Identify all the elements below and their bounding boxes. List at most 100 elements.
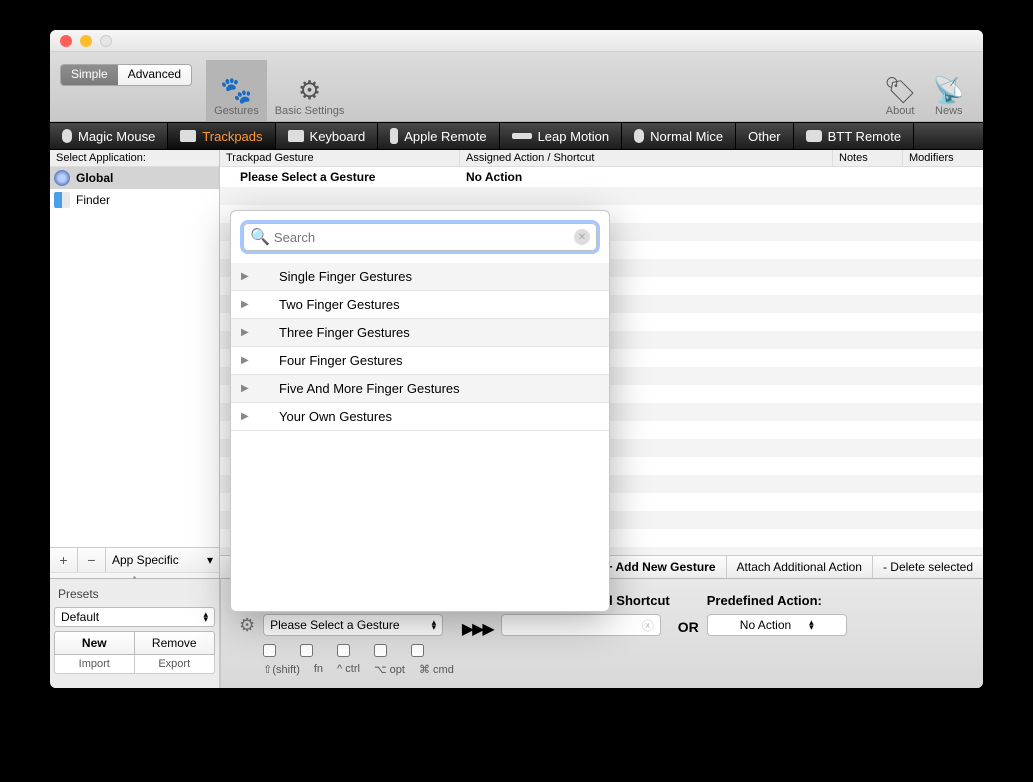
disclosure-icon: ▶ bbox=[241, 327, 261, 338]
disclosure-icon: ▶ bbox=[241, 271, 261, 282]
mod-shift-checkbox[interactable] bbox=[263, 644, 276, 657]
minimize-icon[interactable] bbox=[80, 35, 92, 47]
gesture-popover: 🔍 ✕ ▶Single Finger Gestures ▶Two Finger … bbox=[230, 210, 610, 612]
titlebar bbox=[50, 30, 983, 52]
export-button[interactable]: Export bbox=[135, 655, 216, 674]
device-other[interactable]: Other bbox=[736, 123, 794, 149]
device-bar: Magic Mouse Trackpads Keyboard Apple Rem… bbox=[50, 122, 983, 150]
broadcast-icon: 📡 bbox=[933, 77, 965, 103]
device-keyboard[interactable]: Keyboard bbox=[276, 123, 379, 149]
presets-label: Presets bbox=[50, 585, 219, 603]
gear-icon[interactable]: ⚙ bbox=[239, 615, 255, 636]
remote-icon bbox=[390, 128, 398, 144]
arrow-icon: ▶▶▶ bbox=[462, 619, 493, 639]
category-four-finger[interactable]: ▶Four Finger Gestures bbox=[231, 347, 609, 375]
search-icon: 🔍 bbox=[250, 227, 270, 247]
toolbar: Simple Advanced 🐾 Gestures ⚙ Basic Setti… bbox=[50, 52, 983, 122]
chevron-down-icon: ▾ bbox=[207, 553, 213, 567]
sidebar-item-finder[interactable]: Finder bbox=[50, 189, 219, 211]
maximize-icon[interactable] bbox=[100, 35, 112, 47]
wifi-icon bbox=[806, 130, 822, 142]
news-button[interactable]: 📡 News bbox=[925, 60, 973, 121]
app-specific-dropdown[interactable]: App Specific▾ bbox=[106, 548, 219, 572]
keyboard-icon bbox=[288, 130, 304, 142]
view-simple-button[interactable]: Simple bbox=[61, 65, 118, 85]
remove-preset-button[interactable]: Remove bbox=[135, 631, 216, 655]
mouse-icon bbox=[62, 129, 72, 143]
tab-gestures[interactable]: 🐾 Gestures bbox=[206, 60, 267, 121]
disclosure-icon: ▶ bbox=[241, 411, 261, 422]
col-gesture[interactable]: Trackpad Gesture bbox=[220, 150, 460, 166]
search-input[interactable] bbox=[274, 230, 574, 245]
disclosure-icon: ▶ bbox=[241, 383, 261, 394]
table-header: Trackpad Gesture Assigned Action / Short… bbox=[220, 150, 983, 167]
search-field[interactable]: 🔍 ✕ bbox=[243, 223, 597, 251]
mod-opt-checkbox[interactable] bbox=[374, 644, 387, 657]
attach-action-button[interactable]: Attach Additional Action bbox=[726, 556, 872, 578]
leap-icon bbox=[512, 133, 532, 139]
app-window: Simple Advanced 🐾 Gestures ⚙ Basic Setti… bbox=[50, 30, 983, 688]
category-your-own[interactable]: ▶Your Own Gestures bbox=[231, 403, 609, 431]
device-normal-mice[interactable]: Normal Mice bbox=[622, 123, 736, 149]
sidebar: Select Application: Global Finder + − Ap… bbox=[50, 150, 220, 578]
device-magic-mouse[interactable]: Magic Mouse bbox=[50, 123, 168, 149]
tag-icon: 🏷 bbox=[884, 77, 917, 103]
bottom-sidebar: Presets Default▴▾ New Remove Import Expo… bbox=[50, 579, 220, 688]
mod-cmd-label: ⌘ cmd bbox=[419, 663, 454, 676]
close-icon[interactable] bbox=[60, 35, 72, 47]
gesture-category-list: ▶Single Finger Gestures ▶Two Finger Gest… bbox=[231, 263, 609, 431]
tab-label: Gestures bbox=[214, 105, 259, 117]
mice-icon bbox=[634, 129, 644, 143]
about-button[interactable]: 🏷 About bbox=[876, 60, 925, 121]
col-mods[interactable]: Modifiers bbox=[903, 150, 983, 166]
category-three-finger[interactable]: ▶Three Finger Gestures bbox=[231, 319, 609, 347]
delete-selected-button[interactable]: - Delete selected bbox=[872, 556, 983, 578]
mod-opt-label: ⌥ opt bbox=[374, 663, 405, 676]
table-row[interactable]: Please Select a Gesture No Action bbox=[220, 167, 983, 187]
disclosure-icon: ▶ bbox=[241, 299, 261, 310]
device-btt-remote[interactable]: BTT Remote bbox=[794, 123, 914, 149]
gesture-select[interactable]: Please Select a Gesture▴▾ bbox=[263, 614, 443, 636]
device-leap-motion[interactable]: Leap Motion bbox=[500, 123, 623, 149]
mod-fn-label: fn bbox=[314, 663, 323, 676]
disclosure-icon: ▶ bbox=[241, 355, 261, 366]
paw-icon: 🐾 bbox=[220, 77, 252, 103]
clear-icon[interactable]: ⓧ bbox=[642, 617, 654, 634]
predefined-action-select[interactable]: No Action▴▾ bbox=[707, 614, 847, 636]
view-advanced-button[interactable]: Advanced bbox=[118, 65, 191, 85]
col-notes[interactable]: Notes bbox=[833, 150, 903, 166]
trackpad-icon bbox=[180, 130, 196, 142]
clear-search-icon[interactable]: ✕ bbox=[574, 229, 590, 245]
mod-cmd-checkbox[interactable] bbox=[411, 644, 424, 657]
resize-handle[interactable]: • bbox=[50, 572, 219, 578]
stepper-icon: ▴▾ bbox=[809, 620, 814, 631]
category-single-finger[interactable]: ▶Single Finger Gestures bbox=[231, 263, 609, 291]
stepper-icon: ▴▾ bbox=[203, 612, 208, 623]
cell-gesture: Please Select a Gesture bbox=[220, 167, 460, 187]
category-two-finger[interactable]: ▶Two Finger Gestures bbox=[231, 291, 609, 319]
remove-app-button[interactable]: − bbox=[78, 548, 106, 572]
mod-fn-checkbox[interactable] bbox=[300, 644, 313, 657]
sidebar-item-global[interactable]: Global bbox=[50, 167, 219, 189]
category-five-plus-finger[interactable]: ▶Five And More Finger Gestures bbox=[231, 375, 609, 403]
preset-select[interactable]: Default▴▾ bbox=[54, 607, 215, 627]
mod-ctrl-checkbox[interactable] bbox=[337, 644, 350, 657]
tab-label: News bbox=[935, 105, 963, 117]
sidebar-toolbar: + − App Specific▾ bbox=[50, 547, 219, 572]
device-apple-remote[interactable]: Apple Remote bbox=[378, 123, 499, 149]
stepper-icon: ▴▾ bbox=[432, 620, 437, 631]
kb-shortcut-input[interactable]: ⓧ bbox=[501, 614, 661, 636]
device-trackpads[interactable]: Trackpads bbox=[168, 123, 275, 149]
finder-icon bbox=[54, 192, 70, 208]
tab-basic-settings[interactable]: ⚙ Basic Settings bbox=[267, 60, 353, 121]
sidebar-header: Select Application: bbox=[50, 150, 219, 167]
new-preset-button[interactable]: New bbox=[54, 631, 135, 655]
import-button[interactable]: Import bbox=[54, 655, 135, 674]
add-gesture-button[interactable]: + Add New Gesture bbox=[595, 556, 726, 578]
cell-action: No Action bbox=[460, 167, 983, 187]
mod-ctrl-label: ^ ctrl bbox=[337, 663, 360, 676]
add-app-button[interactable]: + bbox=[50, 548, 78, 572]
col-action[interactable]: Assigned Action / Shortcut bbox=[460, 150, 833, 166]
predefined-title: Predefined Action: bbox=[707, 593, 847, 608]
or-label: OR bbox=[678, 619, 699, 635]
